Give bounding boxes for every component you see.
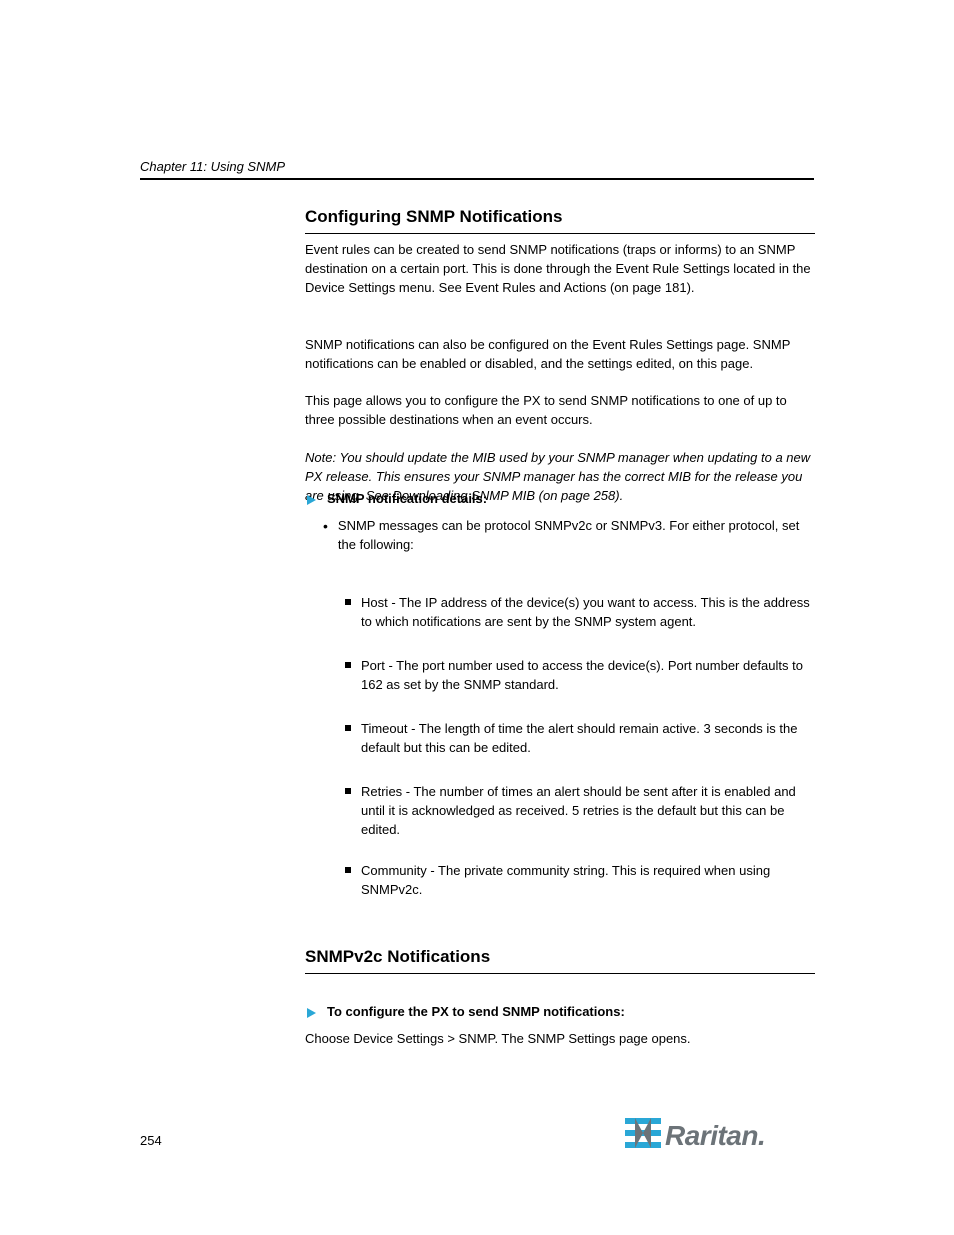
sub-bullet-item: Timeout - The length of time the alert s… <box>345 720 815 758</box>
section-title-block: Configuring SNMP Notifications <box>305 207 815 234</box>
arrow-right-icon <box>305 1006 317 1024</box>
brand-logo: Raritan. <box>625 1118 765 1153</box>
bullet-dot-icon: • <box>323 518 328 535</box>
square-bullet-icon <box>345 788 351 794</box>
chapter-header: Chapter 11: Using SNMP <box>140 158 814 180</box>
bullet-text: SNMP messages can be protocol SNMPv2c or… <box>338 517 815 555</box>
paragraph: SNMP notifications can also be configure… <box>305 336 815 374</box>
sub-bullet-item: Port - The port number used to access th… <box>345 657 815 695</box>
section-title-block: SNMPv2c Notifications <box>305 947 815 974</box>
chapter-label: Chapter 11: Using SNMP <box>140 159 285 174</box>
sub-bullet-text: Community - The private community string… <box>361 862 815 900</box>
task-heading: SNMP notification details: <box>305 491 815 511</box>
sub-bullet-text: Retries - The number of times an alert s… <box>361 783 815 840</box>
arrow-right-icon <box>305 493 317 511</box>
sub-bullet-text: Timeout - The length of time the alert s… <box>361 720 815 758</box>
sub-bullet-item: Host - The IP address of the device(s) y… <box>345 594 815 632</box>
task-label: To configure the PX to send SNMP notific… <box>327 1004 625 1019</box>
square-bullet-icon <box>345 867 351 873</box>
brand-mark-icon <box>625 1118 661 1153</box>
page-number: 254 <box>140 1133 162 1148</box>
sub-bullet-item: Community - The private community string… <box>345 862 815 900</box>
sub-bullet-text: Host - The IP address of the device(s) y… <box>361 594 815 632</box>
square-bullet-icon <box>345 725 351 731</box>
bullet-item: • SNMP messages can be protocol SNMPv2c … <box>323 517 815 555</box>
sub-bullet-item: Retries - The number of times an alert s… <box>345 783 815 840</box>
square-bullet-icon <box>345 662 351 668</box>
square-bullet-icon <box>345 599 351 605</box>
sub-bullet-text: Port - The port number used to access th… <box>361 657 815 695</box>
brand-name: Raritan. <box>665 1120 765 1152</box>
task-heading: To configure the PX to send SNMP notific… <box>305 1004 815 1024</box>
paragraph: Choose Device Settings > SNMP. The SNMP … <box>305 1030 815 1049</box>
paragraph: This page allows you to configure the PX… <box>305 392 815 430</box>
section-title: SNMPv2c Notifications <box>305 947 490 966</box>
section-title: Configuring SNMP Notifications <box>305 207 563 226</box>
paragraph: Event rules can be created to send SNMP … <box>305 241 815 298</box>
task-label: SNMP notification details: <box>327 491 487 506</box>
